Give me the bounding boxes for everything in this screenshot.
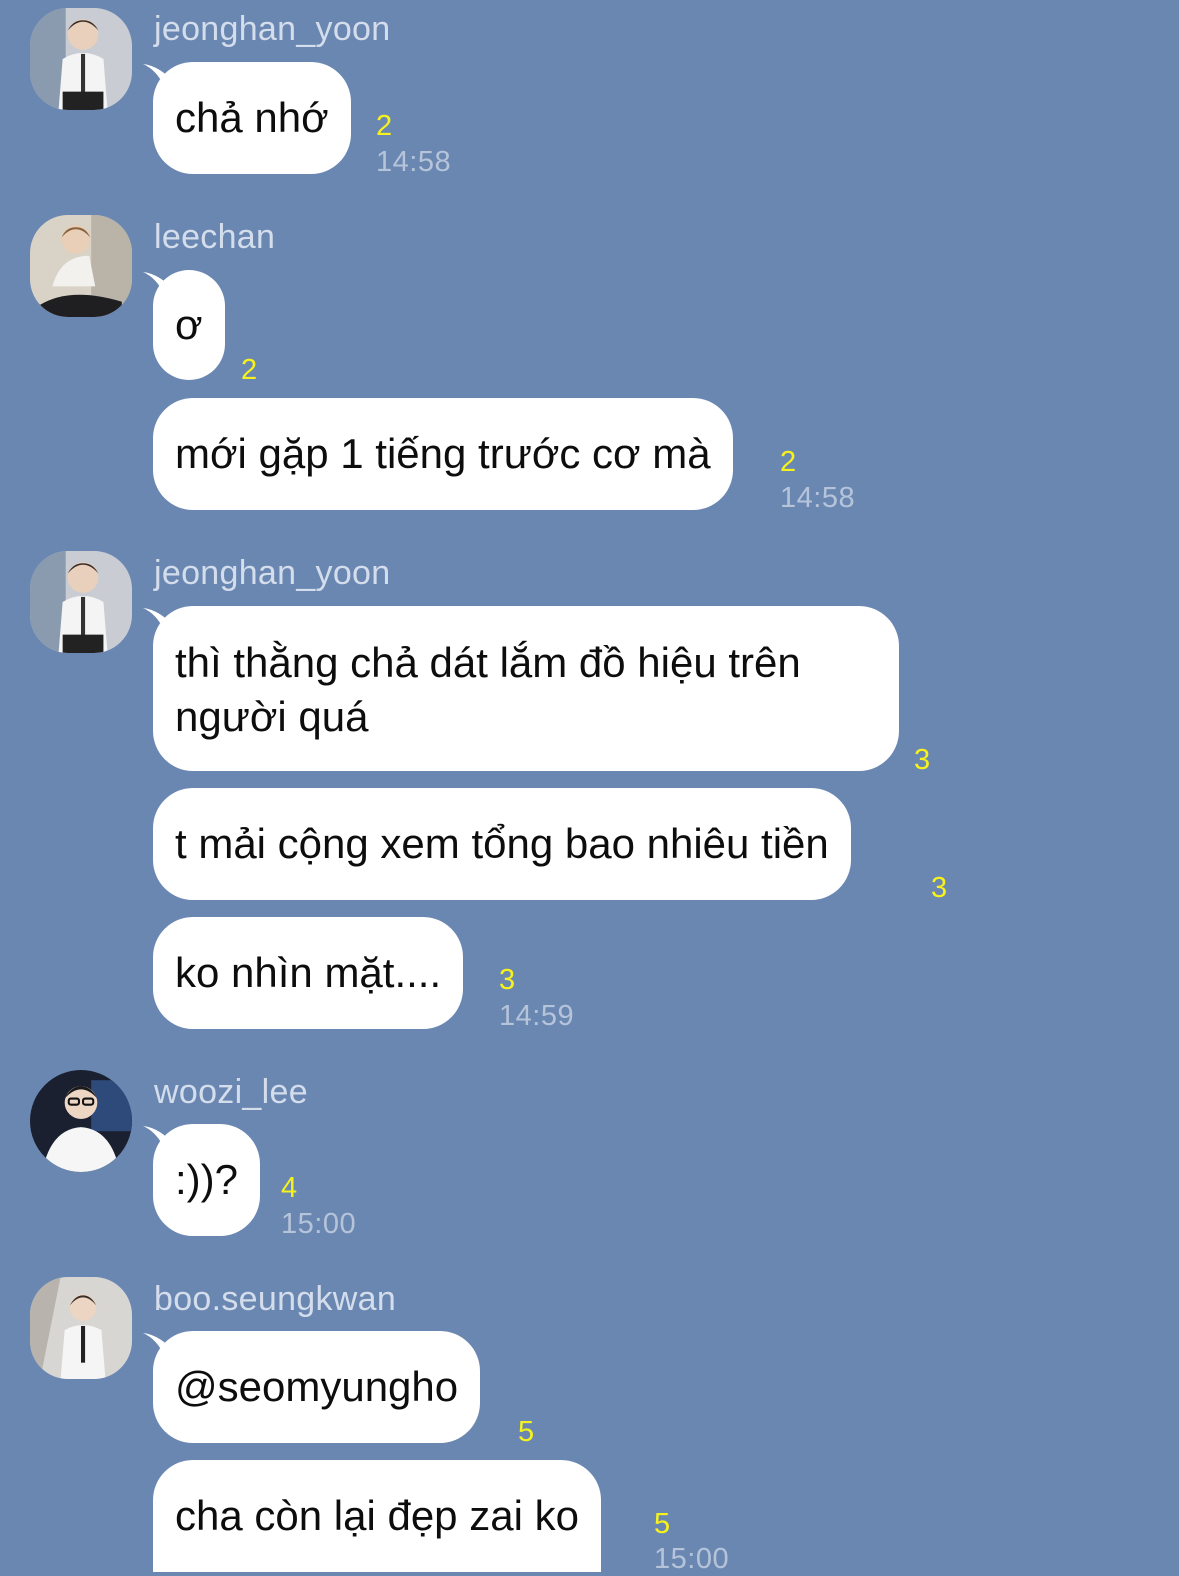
avatar[interactable] bbox=[30, 551, 132, 653]
avatar[interactable] bbox=[30, 215, 132, 317]
unread-count: 4 bbox=[281, 1172, 298, 1204]
message-bubble[interactable]: @seomyungho bbox=[153, 1331, 481, 1443]
unread-count: 3 bbox=[914, 744, 931, 776]
message-text: chả nhớ bbox=[175, 94, 329, 141]
message-bubble[interactable]: ko nhìn mặt.... bbox=[153, 917, 464, 1029]
sender-name[interactable]: woozi_lee bbox=[154, 1073, 308, 1112]
message-bubble[interactable]: thì thằng chả dát lắm đồ hiệu trên người… bbox=[153, 606, 899, 771]
unread-count: 5 bbox=[518, 1416, 535, 1448]
message-time: 14:58 bbox=[780, 482, 856, 514]
sender-name[interactable]: jeonghan_yoon bbox=[154, 554, 390, 593]
unread-count: 5 bbox=[654, 1508, 671, 1540]
message-text: ko nhìn mặt.... bbox=[175, 949, 442, 996]
avatar[interactable] bbox=[30, 1277, 132, 1379]
message-bubble[interactable]: chả nhớ bbox=[153, 62, 351, 174]
message-time: 15:00 bbox=[654, 1543, 730, 1575]
message-text: @seomyungho bbox=[175, 1363, 459, 1410]
unread-count: 2 bbox=[376, 110, 393, 142]
message-bubble[interactable]: cha còn lại đẹp zai ko bbox=[153, 1460, 601, 1572]
message-time: 14:58 bbox=[376, 146, 452, 178]
message-text: mới gặp 1 tiếng trước cơ mà bbox=[175, 430, 711, 477]
unread-count: 2 bbox=[780, 446, 797, 478]
sender-name[interactable]: jeonghan_yoon bbox=[154, 10, 390, 49]
unread-count: 3 bbox=[931, 872, 948, 904]
message-text: t mải cộng xem tổng bao nhiêu tiền bbox=[175, 820, 829, 867]
sender-name[interactable]: leechan bbox=[154, 218, 275, 257]
message-time: 15:00 bbox=[281, 1208, 357, 1240]
avatar[interactable] bbox=[30, 1070, 132, 1172]
message-time: 14:59 bbox=[499, 1000, 575, 1032]
message-bubble[interactable]: mới gặp 1 tiếng trước cơ mà bbox=[153, 398, 733, 510]
avatar[interactable] bbox=[30, 8, 132, 110]
message-text: :))? bbox=[175, 1156, 238, 1203]
unread-count: 3 bbox=[499, 964, 516, 996]
message-text: cha còn lại đẹp zai ko bbox=[175, 1492, 579, 1539]
message-bubble[interactable]: ơ bbox=[153, 270, 225, 380]
message-bubble[interactable]: t mải cộng xem tổng bao nhiêu tiền bbox=[153, 788, 851, 900]
unread-count: 2 bbox=[241, 354, 258, 386]
sender-name[interactable]: boo.seungkwan bbox=[154, 1280, 396, 1319]
message-text: ơ bbox=[175, 301, 203, 348]
message-bubble[interactable]: :))? bbox=[153, 1124, 260, 1236]
message-text: thì thằng chả dát lắm đồ hiệu trên người… bbox=[175, 639, 801, 740]
